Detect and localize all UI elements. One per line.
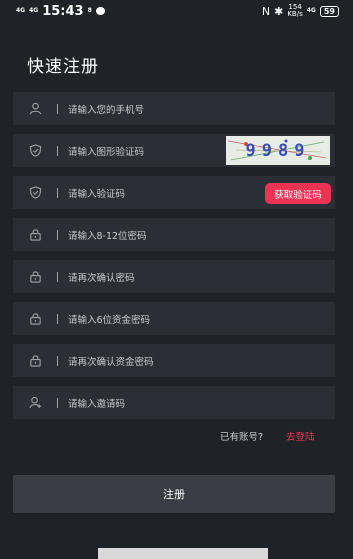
notification-count: 8: [87, 7, 92, 14]
phone-field[interactable]: 请输入您的手机号: [13, 92, 335, 125]
image-captcha-placeholder: 请输入图形验证码: [68, 146, 145, 158]
lock-icon: [28, 312, 42, 326]
shield-icon: [28, 144, 42, 158]
captcha-image[interactable]: 9989: [226, 136, 330, 165]
clock: 15:43: [42, 3, 84, 19]
shield-icon: [28, 186, 42, 200]
phone-placeholder: 请输入您的手机号: [68, 104, 145, 116]
captcha-text: 9989: [245, 140, 311, 161]
confirm-password-placeholder: 请再次确认密码: [68, 272, 135, 284]
lock-icon: [28, 354, 42, 368]
separator: [57, 229, 58, 240]
separator: [57, 103, 58, 114]
separator: [57, 313, 58, 324]
separator: [57, 145, 58, 156]
status-bar: 4G 4G 15:43 8 N ✱ 154 KB/s 4G 59: [0, 0, 353, 22]
fund-password-field[interactable]: 请输入6位资金密码: [13, 302, 335, 335]
login-prompt-text: 已有账号?: [220, 432, 264, 443]
invite-code-placeholder: 请输入邀请码: [68, 398, 126, 410]
register-button[interactable]: 注册: [13, 475, 335, 513]
chat-bubble-icon: [95, 7, 105, 15]
confirm-password-field[interactable]: 请再次确认密码: [13, 260, 335, 293]
separator: [57, 355, 58, 366]
signal-4g-3: 4G: [306, 7, 316, 14]
confirm-fund-password-field[interactable]: 请再次确认资金密码: [13, 344, 335, 377]
fund-password-placeholder: 请输入6位资金密码: [68, 314, 151, 326]
password-placeholder: 请输入8-12位密码: [68, 230, 147, 242]
separator: [57, 397, 58, 408]
lock-icon: [28, 270, 42, 284]
bluetooth-icon: ✱: [274, 4, 284, 18]
password-field[interactable]: 请输入8-12位密码: [13, 218, 335, 251]
nfc-icon: N: [261, 4, 271, 18]
confirm-fund-password-placeholder: 请再次确认资金密码: [68, 356, 154, 368]
sms-code-field[interactable]: 请输入验证码 获取验证码: [13, 176, 335, 209]
network-speed: 154 KB/s: [287, 3, 303, 18]
image-captcha-field[interactable]: 请输入图形验证码 9989: [13, 134, 335, 167]
invite-code-field[interactable]: 请输入邀请码: [13, 386, 335, 419]
signal-4g-1: 4G: [16, 7, 26, 14]
page-title: 快速注册: [27, 57, 99, 77]
separator: [57, 271, 58, 282]
battery-indicator: 59: [319, 5, 339, 17]
user-icon: [28, 102, 42, 116]
get-code-button[interactable]: 获取验证码: [265, 183, 331, 204]
lock-icon: [28, 228, 42, 242]
user-add-icon: [28, 396, 42, 410]
signal-4g-2: 4G: [29, 7, 39, 14]
sms-code-placeholder: 请输入验证码: [68, 188, 126, 200]
separator: [57, 187, 58, 198]
go-login-link[interactable]: 去登陆: [286, 429, 315, 443]
bottom-nav-bar: [98, 548, 268, 559]
